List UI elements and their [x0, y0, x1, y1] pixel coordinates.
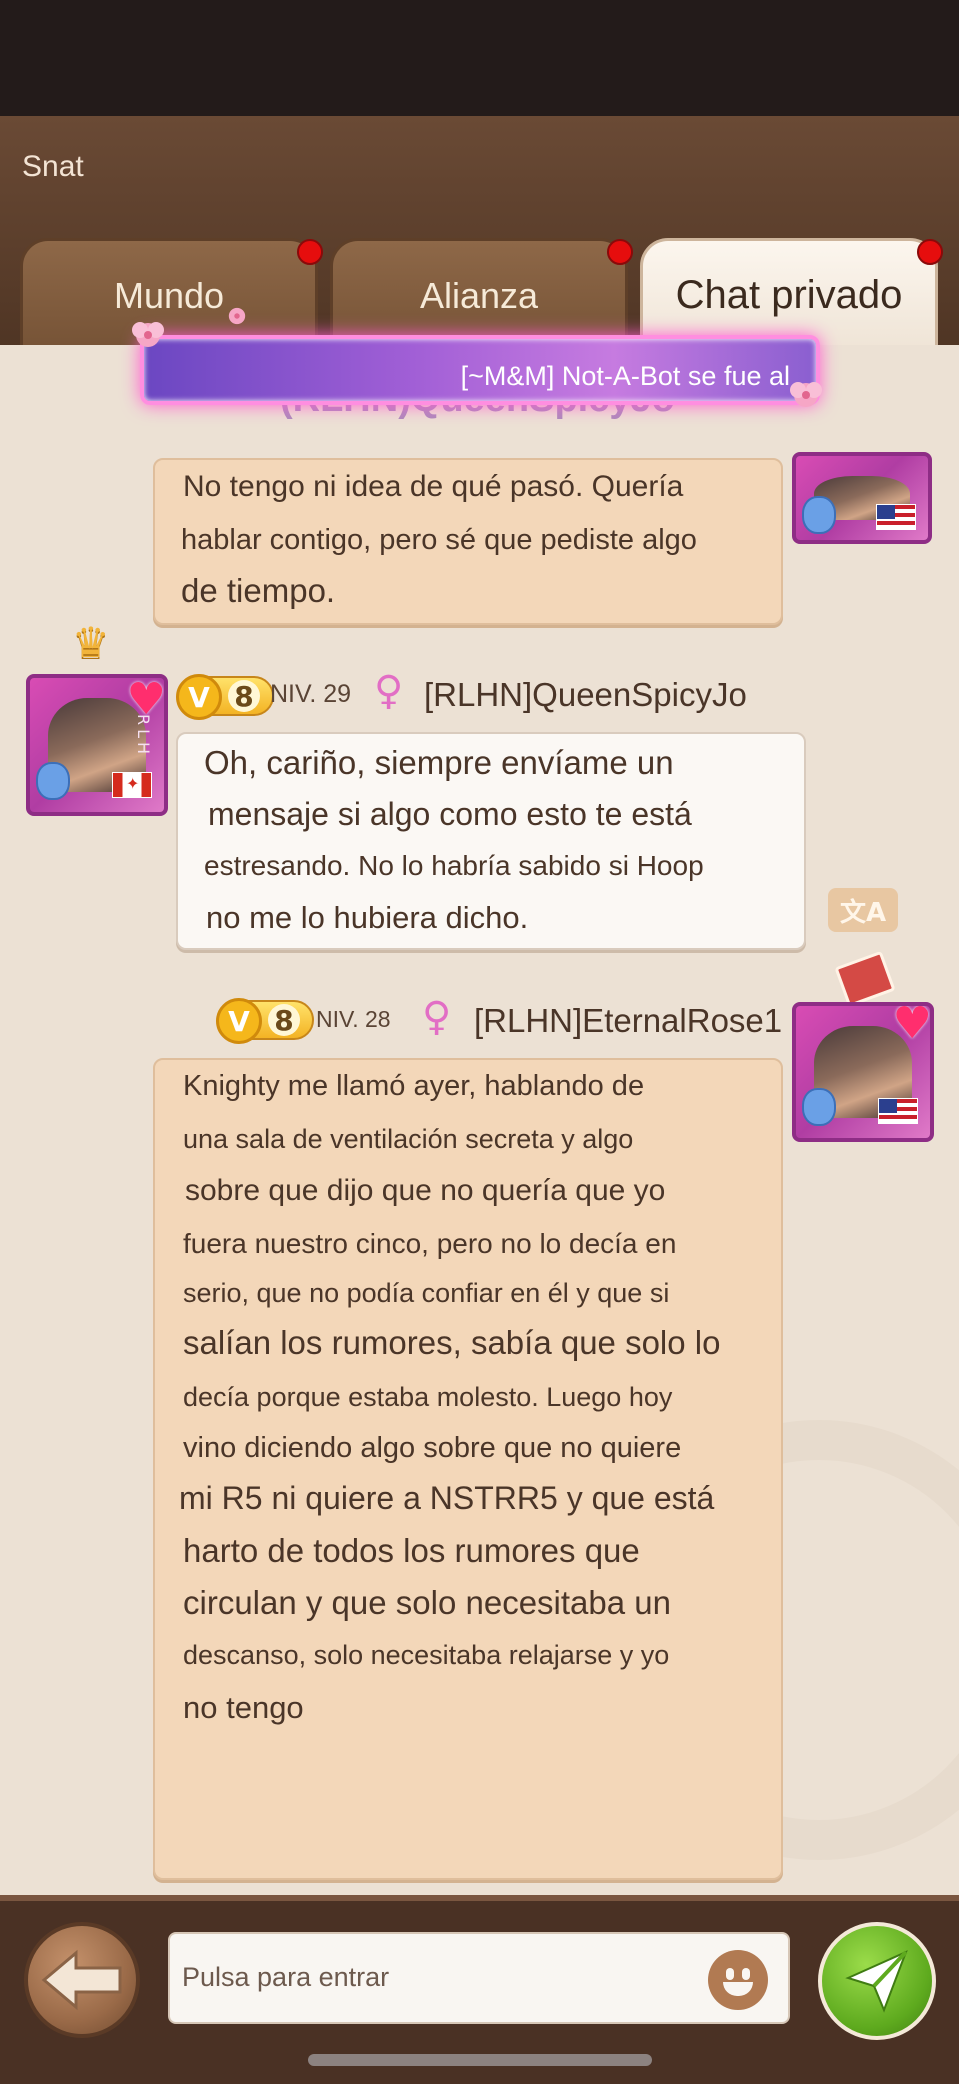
tab-label: Mundo [113, 274, 225, 316]
emoji-button[interactable] [708, 1950, 768, 2010]
header-title: Snat [22, 150, 84, 183]
system-notification-banner: [~M&M] Not-A-Bot se fue al [140, 335, 820, 405]
smiley-icon [723, 1982, 753, 1996]
send-arrow-icon [845, 1950, 908, 2013]
teddy-bear-icon [802, 496, 836, 534]
message-line: No tengo ni idea de qué pasó. Quería [183, 470, 684, 503]
notification-dot [607, 239, 633, 265]
tab-label: Chat privado [675, 273, 903, 317]
flower-decoration-icon [228, 307, 246, 325]
sender-name[interactable]: [RLHN]QueenSpicyJo [424, 676, 747, 714]
message-line: fuera nuestro cinco, pero no lo decía en [183, 1228, 677, 1259]
message-line: circulan y que solo necesitaba un [183, 1584, 671, 1621]
tab-alianza[interactable]: Alianza [330, 238, 633, 350]
message-line: Knighty me llamó ayer, hablando de [183, 1070, 645, 1102]
avatar-eternalrose1[interactable]: ♥ [792, 1002, 934, 1142]
crown-icon: ♛ [72, 618, 110, 667]
message-bubble: Knighty me llamó ayer, hablando de una s… [153, 1058, 783, 1880]
input-placeholder: Pulsa para entrar [182, 1962, 390, 1992]
message-line: salían los rumores, sabía que solo lo [183, 1324, 721, 1361]
message-line: no me lo hubiera dicho. [206, 900, 529, 935]
vip-letter: V [176, 674, 222, 720]
send-button[interactable] [818, 1922, 936, 2040]
message-line: serio, que no podía confiar en él y que … [183, 1278, 670, 1308]
vip-badge: V 8 [216, 998, 314, 1044]
message-line: Oh, cariño, siempre envíame un [204, 744, 674, 781]
message-line: no tengo [183, 1690, 304, 1725]
female-gender-icon: ♀ [374, 668, 404, 714]
flower-decoration-icon [790, 382, 822, 407]
message-line: harto de todos los rumores que [183, 1532, 640, 1569]
vip-letter: V [216, 998, 262, 1044]
sender-name[interactable]: [RLHN]EternalRose1 [474, 1002, 782, 1040]
message-bubble: No tengo ni idea de qué pasó. Quería hab… [153, 458, 783, 625]
avatar-eternalrose1[interactable] [792, 452, 932, 544]
vip-badge: V 8 [176, 674, 274, 720]
vip-level: 8 [268, 1004, 300, 1037]
player-level: NIV. 28 [316, 1006, 391, 1032]
message-line: hablar contigo, pero sé que pediste algo [181, 524, 697, 556]
back-arrow-icon [41, 1949, 122, 2011]
notification-text: [~M&M] Not-A-Bot se fue al [460, 361, 790, 391]
notification-dot [917, 239, 943, 265]
notification-dot [297, 239, 323, 265]
teddy-bear-icon [36, 762, 70, 800]
message-line: descanso, solo necesitaba relajarse y yo [183, 1640, 670, 1670]
flower-decoration-icon [132, 322, 164, 347]
avatar-queenspicyjo[interactable]: RLH ♥ [26, 674, 168, 816]
heart-icon: ♥ [892, 1002, 932, 1049]
message-bubble: Oh, cariño, siempre envíame un mensaje s… [176, 732, 806, 950]
back-button[interactable] [24, 1922, 140, 2038]
us-flag-icon [878, 1098, 918, 1124]
message-line: mensaje si algo como esto te está [208, 796, 692, 832]
message-line: decía porque estaba molesto. Luego hoy [183, 1382, 673, 1412]
message-line: sobre que dijo que no quería que yo [185, 1174, 666, 1207]
message-line: de tiempo. [181, 572, 336, 609]
heart-icon: ♥ [126, 674, 166, 725]
tab-label: Alianza [419, 274, 539, 316]
teddy-bear-icon [802, 1088, 836, 1126]
female-gender-icon: ♀ [422, 994, 452, 1040]
translate-button[interactable]: 文A [828, 888, 898, 932]
home-indicator[interactable] [308, 2054, 652, 2066]
message-line: vino diciendo algo sobre que no quiere [183, 1432, 682, 1464]
vip-level: 8 [228, 680, 260, 713]
message-input[interactable]: Pulsa para entrar [168, 1932, 790, 2024]
tab-chat-privado[interactable]: Chat privado [640, 238, 943, 350]
message-line: mi R5 ni quiere a NSTRR5 y que está [179, 1480, 715, 1516]
message-line: estresando. No lo habría sabido si Hoop [204, 850, 704, 881]
status-bar [0, 0, 959, 116]
player-level: NIV. 29 [270, 680, 352, 708]
canada-flag-icon [112, 772, 152, 798]
translate-icon: 文A [839, 897, 887, 928]
message-line: una sala de ventilación secreta y algo [183, 1124, 634, 1154]
us-flag-icon [876, 504, 916, 530]
